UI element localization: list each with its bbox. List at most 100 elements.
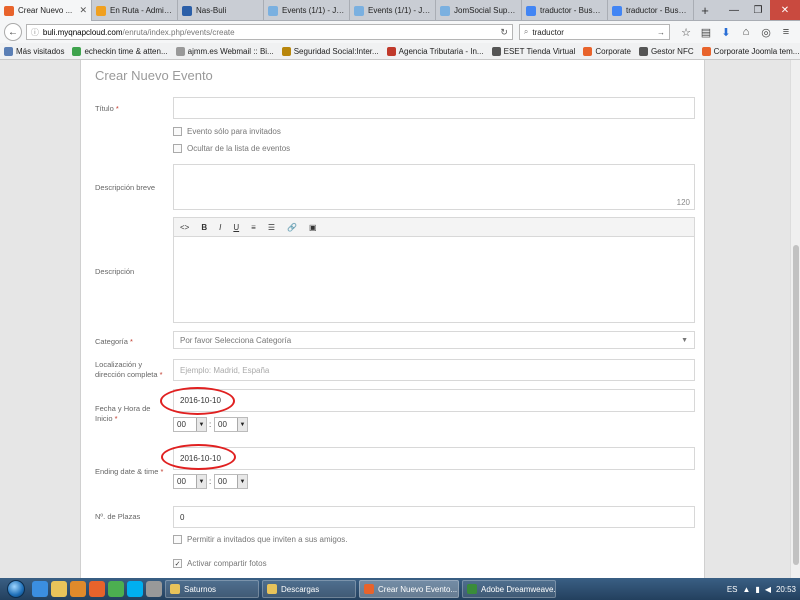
code-view-button[interactable]: <> xyxy=(180,223,189,232)
tab-6[interactable]: traductor - Busc... xyxy=(522,0,608,21)
checkbox-box[interactable] xyxy=(173,144,182,153)
scrollbar-thumb[interactable] xyxy=(793,245,799,565)
bookmark-3[interactable]: Seguridad Social:Inter... xyxy=(281,46,379,56)
taskbar-item-0[interactable]: Saturnos xyxy=(165,580,259,598)
taskbar-item-2[interactable]: Crear Nuevo Evento... xyxy=(359,580,459,598)
link-button[interactable]: 🔗 xyxy=(287,223,297,232)
start-button[interactable] xyxy=(2,579,30,599)
reload-icon[interactable]: ↻ xyxy=(500,27,508,38)
tab-4[interactable]: Events (1/1) - Jo... xyxy=(350,0,436,21)
download-icon[interactable]: ⬇ xyxy=(716,26,736,39)
bookmark-8[interactable]: Corporate Joomla tem... xyxy=(701,46,799,56)
chevron-down-icon[interactable]: ▼ xyxy=(237,418,247,431)
bookmark-0[interactable]: Más visitados xyxy=(4,46,64,56)
menu-icon[interactable]: ≡ xyxy=(776,26,796,39)
favicon-icon xyxy=(175,46,185,56)
tab-5[interactable]: JomSocial Supp... xyxy=(436,0,522,21)
bookmark-4[interactable]: Agencia Tributaria - In... xyxy=(386,46,484,56)
bookmark-6[interactable]: Corporate xyxy=(583,46,631,56)
explorer-icon[interactable] xyxy=(51,581,67,597)
start-minute-select[interactable]: 00 ▼ xyxy=(214,417,248,432)
hide-list-checkbox[interactable]: Ocultar de la lista de eventos xyxy=(173,144,290,153)
titulo-input[interactable] xyxy=(173,97,695,119)
taskbar-item-1[interactable]: Descargas xyxy=(262,580,356,598)
search-go-icon[interactable]: → xyxy=(657,28,665,37)
ie-icon[interactable] xyxy=(32,581,48,597)
bookmark-2[interactable]: ajmm.es Webmail :: Bi... xyxy=(175,46,274,56)
tab-1[interactable]: En Ruta - Admin... xyxy=(92,0,178,21)
page-scrollbar[interactable] xyxy=(790,60,800,578)
invite-only-checkbox[interactable]: Evento sólo para invitados xyxy=(173,127,281,136)
short-desc-textarea[interactable]: 120 xyxy=(173,164,695,210)
volume-icon[interactable]: ◀ xyxy=(765,585,771,594)
category-label: Categoría * xyxy=(95,337,167,347)
language-indicator[interactable]: ES xyxy=(727,585,738,594)
url-bar[interactable]: ⓘ buli.myqnapcloud.com/enruta/index.php/… xyxy=(25,24,513,40)
checkbox-label: Evento sólo para invitados xyxy=(187,127,281,136)
bold-button[interactable]: B xyxy=(201,223,207,232)
chevron-down-icon[interactable]: ▼ xyxy=(196,475,206,488)
chrome-icon[interactable] xyxy=(108,581,124,597)
bookmark-1[interactable]: echeckin time & atten... xyxy=(72,46,168,56)
italic-button[interactable]: I xyxy=(219,223,221,232)
category-select[interactable]: Por favor Selecciona Categoría ▼ xyxy=(173,331,695,349)
joomla-icon xyxy=(701,46,711,56)
windows-taskbar: Saturnos Descargas Crear Nuevo Evento...… xyxy=(0,578,800,600)
bookmark-5[interactable]: ESET Tienda Virtual xyxy=(491,46,575,56)
firefox-icon[interactable] xyxy=(89,581,105,597)
seats-input[interactable]: 0 xyxy=(173,506,695,528)
start-date-input[interactable]: 2016-10-10 xyxy=(173,389,695,412)
minimize-icon[interactable]: — xyxy=(722,0,746,20)
underline-button[interactable]: U xyxy=(233,223,239,232)
maximize-icon[interactable]: ❐ xyxy=(746,0,770,20)
numbered-list-button[interactable]: ☰ xyxy=(268,223,275,232)
end-hour-select[interactable]: 00 ▼ xyxy=(173,474,207,489)
chevron-down-icon[interactable]: ▼ xyxy=(237,475,247,488)
network-icon[interactable]: ▮ xyxy=(755,585,759,594)
checkbox-box[interactable] xyxy=(173,127,182,136)
favicon-icon xyxy=(281,46,291,56)
folder-icon xyxy=(4,46,13,56)
tab-2[interactable]: Nas-Buli xyxy=(178,0,264,21)
allow-invite-checkbox[interactable]: Permitir a invitados que inviten a sus a… xyxy=(173,535,348,544)
back-button[interactable]: ← xyxy=(4,23,22,41)
bullet-list-button[interactable]: ≡ xyxy=(251,223,256,232)
tab-7[interactable]: traductor - Busc... xyxy=(608,0,694,21)
required-mark: * xyxy=(160,467,164,476)
description-editor[interactable] xyxy=(173,237,695,323)
checkbox-box[interactable]: ✓ xyxy=(173,559,182,568)
media-player-icon[interactable] xyxy=(70,581,86,597)
favicon-icon xyxy=(182,5,192,16)
bookmark-7[interactable]: Gestor NFC xyxy=(638,46,694,56)
navigation-bar: ← ⓘ buli.myqnapcloud.com/enruta/index.ph… xyxy=(0,21,800,43)
pocket-icon[interactable]: ◎ xyxy=(756,26,776,39)
share-photos-checkbox[interactable]: ✓ Activar compartir fotos xyxy=(173,559,267,568)
location-input[interactable]: Ejemplo: Madrid, España xyxy=(173,359,695,381)
favicon-icon xyxy=(96,5,106,16)
end-date-input[interactable]: 2016-10-10 xyxy=(173,447,695,470)
chevron-down-icon[interactable]: ▼ xyxy=(196,418,206,431)
tray-arrow-icon[interactable]: ▲ xyxy=(742,585,750,594)
image-button[interactable]: ▣ xyxy=(309,223,317,232)
end-minute-select[interactable]: 00 ▼ xyxy=(214,474,248,489)
window-close-icon[interactable]: ✕ xyxy=(770,0,800,20)
taskbar-item-3[interactable]: Adobe Dreamweave... xyxy=(462,580,556,598)
tab-0[interactable]: Crear Nuevo ... ✕ xyxy=(0,0,92,21)
home-icon[interactable]: ⌂ xyxy=(736,26,756,39)
reading-list-icon[interactable]: ▤ xyxy=(696,26,716,39)
start-hour-select[interactable]: 00 ▼ xyxy=(173,417,207,432)
search-text: traductor xyxy=(532,27,564,37)
bookmarks-bar: Más visitados echeckin time & atten... a… xyxy=(0,43,800,60)
info-icon[interactable]: ⓘ xyxy=(31,27,39,38)
bookmark-star-icon[interactable]: ☆ xyxy=(676,26,696,39)
end-label: Ending date & time * xyxy=(95,467,167,477)
tab-3[interactable]: Events (1/1) - Jo... xyxy=(264,0,350,21)
skype-icon[interactable] xyxy=(127,581,143,597)
app-icon[interactable] xyxy=(146,581,162,597)
new-tab-button[interactable]: + xyxy=(694,0,716,20)
location-placeholder: Ejemplo: Madrid, España xyxy=(180,365,270,375)
search-input[interactable]: ⌕ traductor → xyxy=(518,24,670,40)
close-icon[interactable]: ✕ xyxy=(79,5,87,16)
clock[interactable]: 20:53 xyxy=(776,585,796,594)
checkbox-box[interactable] xyxy=(173,535,182,544)
